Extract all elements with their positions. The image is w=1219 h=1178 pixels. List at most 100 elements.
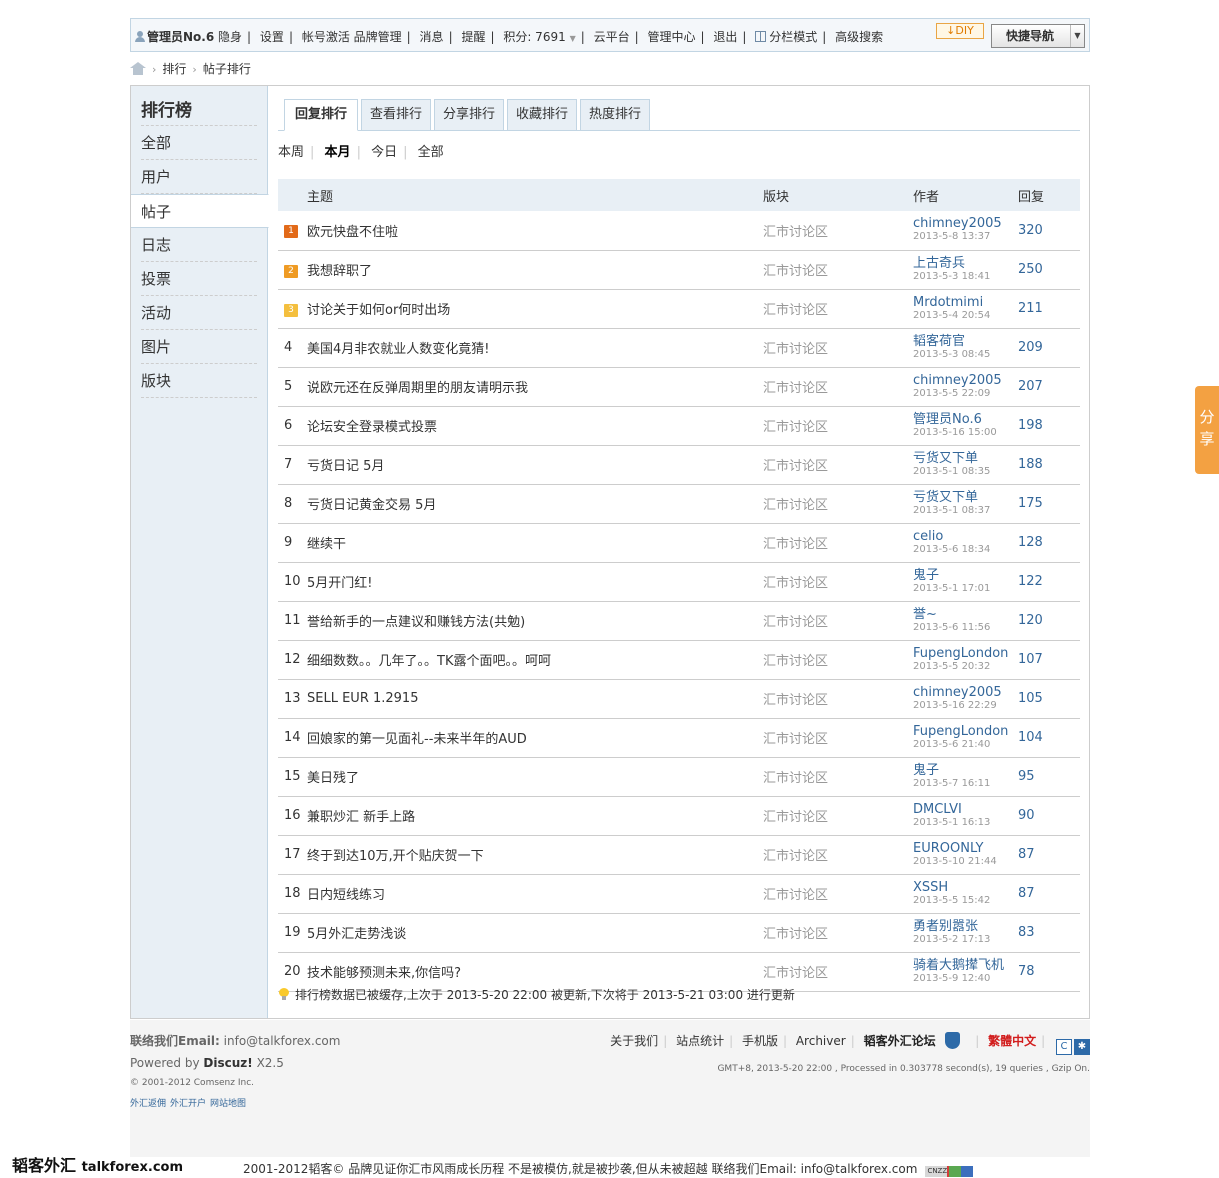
forum-link[interactable]: 汇市讨论区 [763, 718, 913, 758]
thread-subject-link[interactable]: 细细数数。。几年了。。TK露个面吧。。呵呵 [307, 640, 763, 680]
brand-management-link[interactable]: 品牌管理 [354, 30, 402, 44]
thread-subject-link[interactable]: 欧元快盘不住啦 [307, 211, 763, 251]
settings-link[interactable]: 设置 [260, 30, 284, 44]
sidebar-item-polls[interactable]: 投票 [141, 262, 257, 296]
sidebar-item-forums[interactable]: 版块 [141, 364, 257, 398]
sidebar-item-pictures[interactable]: 图片 [141, 330, 257, 364]
thread-subject-link[interactable]: 日内短线练习 [307, 874, 763, 914]
username-link[interactable]: 管理员No.6 [147, 30, 214, 44]
author-link[interactable]: FupengLondon [913, 646, 1018, 661]
forum-link[interactable]: 汇市讨论区 [763, 289, 913, 329]
breadcrumb-ranking[interactable]: 排行 [162, 62, 186, 76]
author-link[interactable]: 亏货又下单 [913, 451, 1018, 466]
site-brand-logo[interactable]: 韬客外汇 talkforex.com [12, 1152, 183, 1176]
security-shield-icon[interactable] [945, 1032, 961, 1049]
author-link[interactable]: 勇者别嚣张 [913, 919, 1018, 934]
tab-favorite-ranking[interactable]: 收藏排行 [507, 99, 577, 131]
reminders-link[interactable]: 提醒 [461, 30, 485, 44]
sidebar-item-blogs[interactable]: 日志 [141, 228, 257, 262]
author-link[interactable]: chimney2005 [913, 685, 1018, 700]
author-link[interactable]: 亏货又下单 [913, 490, 1018, 505]
admin-center-link[interactable]: 管理中心 [647, 30, 695, 44]
diy-button[interactable]: ↓DIY [936, 23, 984, 39]
forum-link[interactable]: 汇市讨论区 [763, 796, 913, 836]
thread-subject-link[interactable]: 回娘家的第一见面礼--未来半年的AUD [307, 718, 763, 758]
forum-link[interactable]: 汇市讨论区 [763, 328, 913, 368]
home-icon[interactable] [130, 62, 146, 75]
forum-link[interactable]: 汇市讨论区 [763, 367, 913, 407]
period-all[interactable]: 全部 [418, 145, 444, 160]
sidebar-item-all[interactable]: 全部 [141, 126, 257, 160]
author-link[interactable]: celio [913, 529, 1018, 544]
thread-subject-link[interactable]: 继续干 [307, 523, 763, 563]
forum-link[interactable]: 汇市讨论区 [763, 601, 913, 641]
thread-subject-link[interactable]: 兼职炒汇 新手上路 [307, 796, 763, 836]
contact-email-link[interactable]: info@talkforex.com [224, 1034, 341, 1048]
author-link[interactable]: 韬客荷官 [913, 334, 1018, 349]
cnzz-stats-badge[interactable]: CNZZ [925, 1166, 974, 1177]
tab-reply-ranking[interactable]: 回复排行 [284, 99, 358, 131]
thread-subject-link[interactable]: 论坛安全登录模式投票 [307, 406, 763, 446]
tab-share-ranking[interactable]: 分享排行 [434, 99, 504, 131]
advanced-search-link[interactable]: 高级搜索 [835, 30, 883, 44]
discuz-link[interactable]: Discuz! [203, 1056, 252, 1070]
author-link[interactable]: EUROONLY [913, 841, 1018, 856]
forum-link[interactable]: 汇市讨论区 [763, 640, 913, 680]
footer-link-sitemap[interactable]: 网站地图 [210, 1099, 246, 1109]
share-c-icon[interactable]: C [1056, 1039, 1072, 1055]
forum-link[interactable]: 汇市讨论区 [763, 445, 913, 485]
cloud-platform-link[interactable]: 云平台 [594, 30, 630, 44]
author-link[interactable]: 骑着大鹅撵飞机 [913, 958, 1018, 973]
author-link[interactable]: FupengLondon [913, 724, 1018, 739]
forum-link[interactable]: 汇市讨论区 [763, 562, 913, 602]
thread-subject-link[interactable]: 誉给新手的一点建议和赚钱方法(共勉) [307, 601, 763, 641]
author-link[interactable]: 誉~ [913, 607, 1018, 622]
author-link[interactable]: chimney2005 [913, 373, 1018, 388]
logout-link[interactable]: 退出 [713, 30, 737, 44]
points-dropdown[interactable]: 积分: 7691 [503, 30, 565, 44]
period-month[interactable]: 本月 [325, 145, 351, 160]
footer-link-stats[interactable]: 站点统计 [676, 1034, 724, 1048]
author-link[interactable]: Mrdotmimi [913, 295, 1018, 310]
forum-link[interactable]: 汇市讨论区 [763, 835, 913, 875]
author-link[interactable]: 上古奇兵 [913, 256, 1018, 271]
thread-subject-link[interactable]: 说欧元还在反弹周期里的朋友请明示我 [307, 367, 763, 407]
thread-subject-link[interactable]: 亏货日记黄金交易 5月 [307, 484, 763, 524]
traditional-chinese-link[interactable]: 繁體中文 [988, 1034, 1036, 1048]
activate-account-link[interactable]: 帐号激活 [302, 30, 350, 44]
thread-subject-link[interactable]: 终于到达10万,开个贴庆贺一下 [307, 835, 763, 875]
footer-link-mobile[interactable]: 手机版 [742, 1034, 778, 1048]
forum-link[interactable]: 汇市讨论区 [763, 406, 913, 446]
forum-link[interactable]: 汇市讨论区 [763, 679, 913, 719]
footer-link-archiver[interactable]: Archiver [796, 1034, 846, 1048]
author-link[interactable]: DMCLVI [913, 802, 1018, 817]
sidebar-item-users[interactable]: 用户 [141, 160, 257, 194]
thread-subject-link[interactable]: 美国4月非农就业人数变化竟猜! [307, 328, 763, 368]
period-today[interactable]: 今日 [371, 145, 397, 160]
sidebar-item-activities[interactable]: 活动 [141, 296, 257, 330]
thread-subject-link[interactable]: 讨论关于如何or何时出场 [307, 289, 763, 329]
column-mode-link[interactable]: 分栏模式 [769, 30, 817, 44]
tab-hot-ranking[interactable]: 热度排行 [580, 99, 650, 131]
forum-link[interactable]: 汇市讨论区 [763, 211, 913, 251]
footer-link-open-account[interactable]: 外汇开户 [170, 1099, 206, 1109]
footer-link-about[interactable]: 关于我们 [610, 1034, 658, 1048]
thread-subject-link[interactable]: 我想辞职了 [307, 250, 763, 290]
forum-link[interactable]: 汇市讨论区 [763, 874, 913, 914]
thread-subject-link[interactable]: 美日残了 [307, 757, 763, 797]
forum-link[interactable]: 汇市讨论区 [763, 484, 913, 524]
thread-subject-link[interactable]: 5月开门红! [307, 562, 763, 602]
forum-link[interactable]: 汇市讨论区 [763, 913, 913, 953]
forum-link[interactable]: 汇市讨论区 [763, 757, 913, 797]
author-link[interactable]: chimney2005 [913, 217, 1018, 231]
thread-subject-link[interactable]: SELL EUR 1.2915 [307, 679, 763, 719]
author-link[interactable]: 管理员No.6 [913, 412, 1018, 427]
tab-view-ranking[interactable]: 查看排行 [361, 99, 431, 131]
footer-link-rebate[interactable]: 外汇返佣 [130, 1099, 166, 1109]
period-week[interactable]: 本周 [278, 145, 304, 160]
forum-link[interactable]: 汇市讨论区 [763, 250, 913, 290]
invisible-toggle[interactable]: 隐身 [218, 30, 242, 44]
messages-link[interactable]: 消息 [420, 30, 444, 44]
forum-link[interactable]: 汇市讨论区 [763, 523, 913, 563]
thread-subject-link[interactable]: 5月外汇走势浅谈 [307, 913, 763, 953]
